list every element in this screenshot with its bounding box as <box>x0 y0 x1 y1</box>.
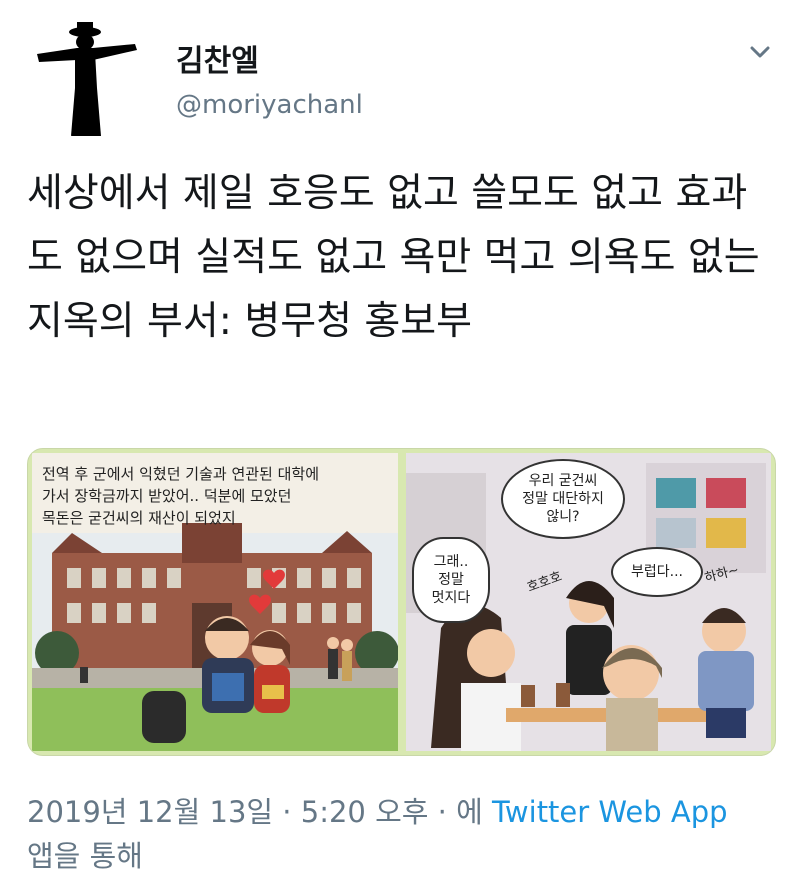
chevron-down-icon[interactable] <box>744 36 776 68</box>
tweet-timestamp: 2019년 12월 13일 · 5:20 오후 · 에 Twitter Web … <box>27 790 779 878</box>
caption-line: 목돈은 굳건씨의 재산이 되었지 <box>42 509 236 527</box>
bubble-line: 우리 굳건씨 <box>528 473 598 489</box>
tweet-media[interactable]: 전역 후 군에서 익혔던 기술과 연관된 대학에 가서 장학금까지 받았어.. … <box>27 448 776 756</box>
bubble-line: 정말 <box>438 572 464 588</box>
avatar[interactable] <box>27 18 147 138</box>
bubble-line: 않니? <box>546 509 580 525</box>
timestamp-suffix: 앱을 통해 <box>27 839 143 873</box>
speech-bubble: 부럽다... <box>611 547 703 597</box>
bubble-line: 정말 대단하지 <box>522 491 604 507</box>
avatar-silhouette <box>37 22 137 136</box>
timestamp-date[interactable]: 2019년 12월 13일 · 5:20 오후 · 에 <box>27 795 492 829</box>
caption-line: 가서 장학금까지 받았어.. 덕분에 모았던 <box>42 487 292 505</box>
source-app-link[interactable]: Twitter Web App <box>492 795 728 829</box>
user-handle[interactable]: @moriyachanl <box>176 90 363 120</box>
display-name[interactable]: 김찬엘 <box>176 36 259 80</box>
bubble-line: 그래.. <box>433 554 469 570</box>
comic-caption: 전역 후 군에서 익혔던 기술과 연관된 대학에 가서 장학금까지 받았어.. … <box>42 463 382 529</box>
tweet-text: 세상에서 제일 호응도 없고 쓸모도 없고 효과도 없으며 실적도 없고 욕만 … <box>27 171 760 344</box>
caption-line: 전역 후 군에서 익혔던 기술과 연관된 대학에 <box>42 465 320 483</box>
bubble-line: 멋지다 <box>431 590 471 606</box>
comic-panel-left: 전역 후 군에서 익혔던 기술과 연관된 대학에 가서 장학금까지 받았어.. … <box>32 453 398 751</box>
speech-bubble: 우리 굳건씨 정말 대단하지 않니? <box>501 459 625 539</box>
comic-panel-right: 우리 굳건씨 정말 대단하지 않니? 그래.. 정말 멋지다 부럽다... 호호… <box>406 453 771 751</box>
speech-bubble: 그래.. 정말 멋지다 <box>412 537 490 623</box>
bubble-line: 부럽다... <box>631 564 683 580</box>
